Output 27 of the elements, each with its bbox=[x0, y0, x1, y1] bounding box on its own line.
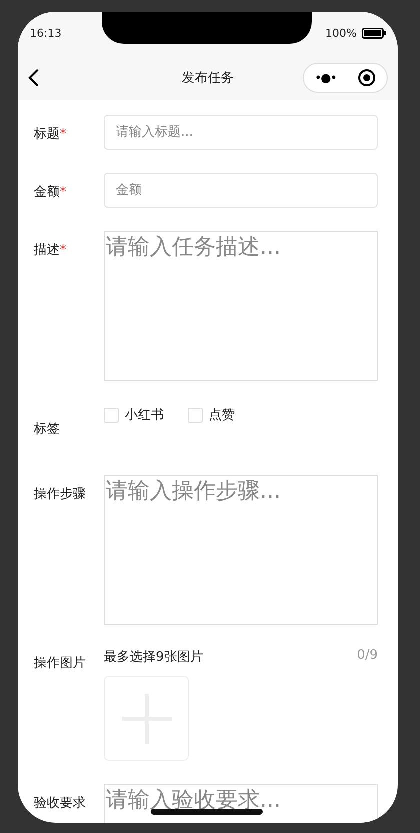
text-input[interactable]: 金额 bbox=[104, 173, 378, 208]
more-button[interactable]: •●• bbox=[314, 71, 336, 85]
textarea-field[interactable]: 请输入验收要求... bbox=[104, 784, 378, 823]
field-label: 操作步骤 bbox=[34, 487, 86, 502]
required-mark: * bbox=[60, 127, 66, 142]
field-label: 操作图片 bbox=[34, 656, 86, 671]
page-title: 发布任务 bbox=[182, 70, 234, 87]
required-mark: * bbox=[60, 185, 66, 200]
textarea-field[interactable]: 请输入任务描述... bbox=[104, 231, 378, 381]
battery-icon bbox=[362, 28, 386, 38]
textarea-field[interactable]: 请输入操作步骤... bbox=[104, 475, 378, 625]
field-label: 验收要求 bbox=[34, 796, 86, 811]
upload-hint: 最多选择9张图片 bbox=[104, 649, 204, 666]
back-icon[interactable] bbox=[28, 68, 40, 88]
field-label: 金额 bbox=[34, 185, 60, 200]
text-input[interactable]: 请输入标题... bbox=[104, 115, 378, 150]
required-mark: * bbox=[60, 243, 66, 258]
checkbox-option[interactable]: 小红书 bbox=[104, 406, 164, 424]
checkbox-option[interactable]: 点赞 bbox=[188, 406, 235, 424]
image-count: 0/9 bbox=[357, 648, 378, 665]
field-label: 标题 bbox=[34, 127, 60, 142]
status-time: 16:13 bbox=[30, 26, 62, 40]
checkbox[interactable] bbox=[104, 408, 119, 422]
field-label: 描述 bbox=[34, 243, 60, 258]
checkbox[interactable] bbox=[188, 408, 203, 422]
battery-percent: 100% bbox=[326, 26, 357, 40]
field-label: 标签 bbox=[34, 422, 60, 437]
